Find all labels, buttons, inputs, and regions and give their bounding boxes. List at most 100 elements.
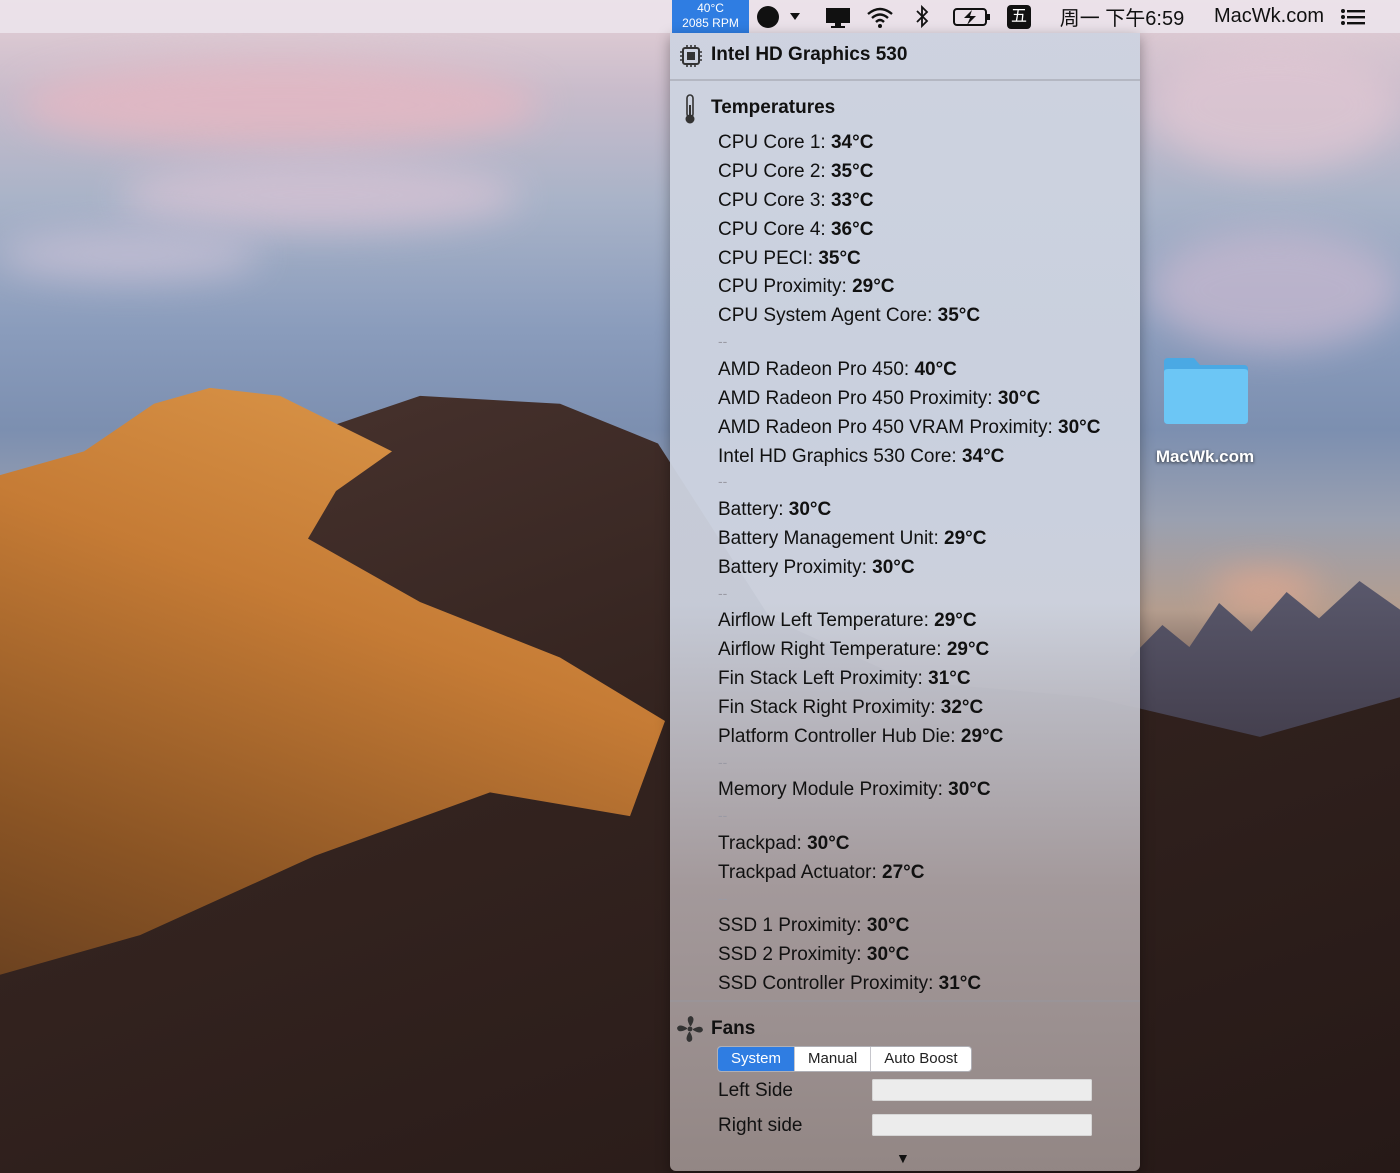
group-separator: -- bbox=[718, 584, 728, 601]
temperature-row: Intel HD Graphics 530 Core: 34°C bbox=[718, 443, 1100, 472]
temperature-row: Battery Management Unit: 29°C bbox=[718, 525, 1100, 554]
temperature-row: Trackpad Actuator: 27°C bbox=[718, 859, 1100, 888]
sensor-label: CPU Proximity: bbox=[718, 276, 847, 298]
fan-mode-manual[interactable]: Manual bbox=[794, 1047, 870, 1071]
sensor-value: 30°C bbox=[866, 915, 910, 937]
input-method-icon[interactable]: 五 bbox=[1005, 0, 1033, 33]
group-separator: -- bbox=[718, 473, 728, 490]
gpu-title: Intel HD Graphics 530 bbox=[711, 44, 908, 65]
sensor-value: 33°C bbox=[830, 189, 874, 211]
sensor-label: CPU Core 1: bbox=[718, 132, 826, 153]
fans-heading: Fans bbox=[711, 1018, 756, 1039]
sensor-value: 35°C bbox=[830, 160, 874, 182]
fan-icon bbox=[676, 1015, 704, 1048]
sensor-value: 30°C bbox=[788, 498, 832, 520]
temperature-row: Battery: 30°C bbox=[718, 496, 1100, 525]
wifi-icon[interactable] bbox=[862, 0, 898, 33]
temperature-row: Airflow Left Temperature: 29°C bbox=[718, 607, 1100, 636]
sensor-value: 29°C bbox=[946, 639, 990, 661]
group-separator: -- bbox=[718, 889, 728, 906]
menu-bar: 40°C 2085 RPM 五 周一 下午6:59 MacWk.com bbox=[0, 0, 1400, 33]
temperature-row: AMD Radeon Pro 450 Proximity: 30°C bbox=[718, 385, 1100, 414]
sensor-label: Memory Module Proximity: bbox=[718, 779, 943, 801]
sensor-label: CPU System Agent Core: bbox=[718, 305, 933, 327]
temperature-row: AMD Radeon Pro 450: 40°C bbox=[718, 356, 1100, 385]
sensor-value: 36°C bbox=[830, 218, 874, 240]
folder-icon[interactable] bbox=[1162, 356, 1250, 426]
input-method-label: 五 bbox=[1007, 4, 1031, 29]
sensor-value: 30°C bbox=[1058, 416, 1101, 438]
temperature-row: SSD Controller Proximity: 31°C bbox=[718, 970, 1100, 999]
temperature-row: Fin Stack Left Proximity: 31°C bbox=[718, 665, 1100, 694]
sensor-value: 30°C bbox=[866, 944, 910, 966]
sensor-value: 30°C bbox=[872, 556, 915, 578]
temperature-row: SSD 1 Proximity: 30°C bbox=[718, 912, 1100, 941]
temperature-row: CPU PECI: 35°C bbox=[718, 245, 1100, 274]
folder-label[interactable]: MacWk.com bbox=[1148, 447, 1262, 467]
notification-center-icon[interactable] bbox=[1338, 0, 1368, 33]
fan-mode-auto-boost[interactable]: Auto Boost bbox=[870, 1047, 970, 1071]
sensor-label: Fin Stack Right Proximity: bbox=[718, 696, 936, 718]
right-side-label: Right side bbox=[718, 1115, 803, 1136]
left-fan-speed-bar bbox=[872, 1079, 1092, 1101]
sensor-label: CPU Core 3: bbox=[718, 189, 826, 211]
sensor-dropdown-panel: Intel HD Graphics 530 Temperatures CPU C… bbox=[670, 33, 1140, 1171]
sensor-value: 29°C bbox=[934, 610, 977, 632]
sensor-label: Trackpad Actuator: bbox=[718, 861, 877, 883]
temperature-row: CPU Proximity: 29°C bbox=[718, 273, 1100, 302]
gpu-chip-icon bbox=[678, 43, 704, 74]
menubar-clock[interactable]: 周一 下午6:59 bbox=[1052, 0, 1192, 33]
group-separator: -- bbox=[718, 807, 728, 824]
moon-status-icon[interactable] bbox=[752, 0, 810, 33]
sensor-label: AMD Radeon Pro 450: bbox=[718, 358, 910, 380]
left-side-label: Left Side bbox=[718, 1080, 793, 1101]
fan-mode-system[interactable]: System bbox=[718, 1047, 795, 1071]
temperature-row: Fin Stack Right Proximity: 32°C bbox=[718, 694, 1100, 723]
temperature-row: Platform Controller Hub Die: 29°C bbox=[718, 723, 1100, 752]
sensor-value: 35°C bbox=[937, 305, 981, 327]
right-fan-speed-bar bbox=[872, 1114, 1092, 1136]
sensor-value: 30°C bbox=[807, 832, 850, 854]
sensor-label: SSD 2 Proximity: bbox=[718, 944, 862, 966]
divider bbox=[670, 79, 1140, 81]
temperature-row: SSD 2 Proximity: 30°C bbox=[718, 941, 1100, 970]
sensor-value: 40°C bbox=[914, 358, 957, 380]
group-separator: -- bbox=[718, 333, 728, 350]
rpm-readout: 2085 RPM bbox=[682, 16, 739, 30]
sensor-label: CPU Core 2: bbox=[718, 160, 826, 182]
display-mirror-icon[interactable] bbox=[820, 0, 856, 33]
sensor-label: CPU Core 4: bbox=[718, 218, 826, 240]
sensor-value: 32°C bbox=[940, 696, 984, 718]
gpu-row[interactable]: Intel HD Graphics 530 bbox=[670, 33, 1140, 79]
temperature-row: Memory Module Proximity: 30°C bbox=[718, 776, 1100, 805]
sensor-label: Fin Stack Left Proximity: bbox=[718, 668, 923, 690]
battery-charging-icon[interactable] bbox=[950, 0, 994, 33]
sensor-value: 34°C bbox=[961, 445, 1005, 467]
menubar-site-label[interactable]: MacWk.com bbox=[1206, 0, 1332, 33]
scroll-down-arrow-icon[interactable]: ▼ bbox=[896, 1150, 910, 1166]
sensor-value: 35°C bbox=[818, 247, 861, 269]
sensor-value: 29°C bbox=[944, 527, 987, 549]
temperature-row: CPU Core 4: 36°C bbox=[718, 216, 1100, 245]
temperature-row: CPU Core 2: 35°C bbox=[718, 158, 1100, 187]
sensor-label: SSD Controller Proximity: bbox=[718, 972, 934, 994]
temperature-row: CPU System Agent Core: 35°C bbox=[718, 302, 1100, 331]
divider bbox=[670, 1000, 1140, 1002]
sensor-label: Airflow Left Temperature: bbox=[718, 610, 929, 632]
sensor-label: Trackpad: bbox=[718, 832, 802, 854]
sensor-label: AMD Radeon Pro 450 Proximity: bbox=[718, 387, 993, 409]
bluetooth-icon[interactable] bbox=[906, 0, 938, 33]
temperature-row: AMD Radeon Pro 450 VRAM Proximity: 30°C bbox=[718, 414, 1100, 443]
fan-mode-segmented-control[interactable]: System Manual Auto Boost bbox=[717, 1046, 972, 1072]
sensor-label: Battery: bbox=[718, 498, 784, 520]
sensor-value: 29°C bbox=[852, 276, 895, 298]
sensor-label: Platform Controller Hub Die: bbox=[718, 725, 956, 747]
temp-fan-status-widget[interactable]: 40°C 2085 RPM bbox=[672, 0, 749, 33]
temp-readout: 40°C bbox=[697, 1, 724, 15]
sensor-value: 31°C bbox=[938, 972, 982, 994]
temperature-row: Battery Proximity: 30°C bbox=[718, 554, 1100, 583]
group-separator: -- bbox=[718, 753, 728, 770]
sensor-label: Battery Proximity: bbox=[718, 556, 867, 578]
sensor-label: Airflow Right Temperature: bbox=[718, 639, 942, 661]
temperature-row: CPU Core 3: 33°C bbox=[718, 187, 1100, 216]
